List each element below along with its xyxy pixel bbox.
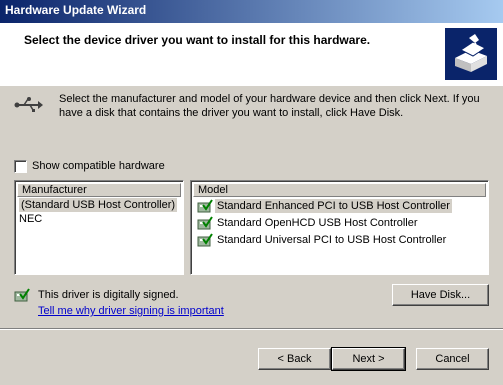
driver-signing-link[interactable]: Tell me why driver signing is important (38, 305, 224, 317)
usb-icon (14, 97, 43, 112)
show-compatible-label[interactable]: Show compatible hardware (32, 160, 165, 172)
hardware-wizard-icon (445, 28, 497, 80)
model-item-label: Standard Enhanced PCI to USB Host Contro… (215, 199, 452, 213)
wizard-header: Select the device driver you want to ins… (0, 23, 503, 86)
instructions-text: Select the manufacturer and model of you… (59, 93, 480, 119)
manufacturer-header[interactable]: Manufacturer (17, 183, 181, 197)
window-title: Hardware Update Wizard (5, 3, 147, 17)
header-divider (0, 85, 503, 86)
footer-divider (0, 328, 503, 330)
header-title: Select the device driver you want to ins… (24, 33, 371, 47)
show-compatible-checkbox[interactable] (14, 160, 27, 173)
model-item-label: Standard OpenHCD USB Host Controller (217, 217, 418, 229)
cancel-button[interactable]: Cancel (416, 348, 489, 370)
manufacturer-item[interactable]: NEC (19, 212, 42, 226)
model-item-label: Standard Universal PCI to USB Host Contr… (217, 234, 447, 246)
title-bar: Hardware Update Wizard (0, 0, 503, 23)
signed-driver-icon (197, 199, 213, 213)
signed-driver-icon (197, 233, 213, 247)
signed-driver-icon (14, 288, 30, 302)
model-list[interactable]: Model Standard Enhanced PCI to USB Host … (190, 180, 489, 275)
manufacturer-item[interactable]: (Standard USB Host Controller) (19, 198, 178, 212)
model-header[interactable]: Model (193, 183, 486, 197)
back-button[interactable]: < Back (258, 348, 331, 370)
next-button[interactable]: Next > (331, 347, 406, 371)
have-disk-button[interactable]: Have Disk... (392, 284, 489, 306)
signature-status: This driver is digitally signed. (38, 289, 179, 301)
signed-driver-icon (197, 216, 213, 230)
manufacturer-list[interactable]: Manufacturer (Standard USB Host Controll… (14, 180, 184, 275)
